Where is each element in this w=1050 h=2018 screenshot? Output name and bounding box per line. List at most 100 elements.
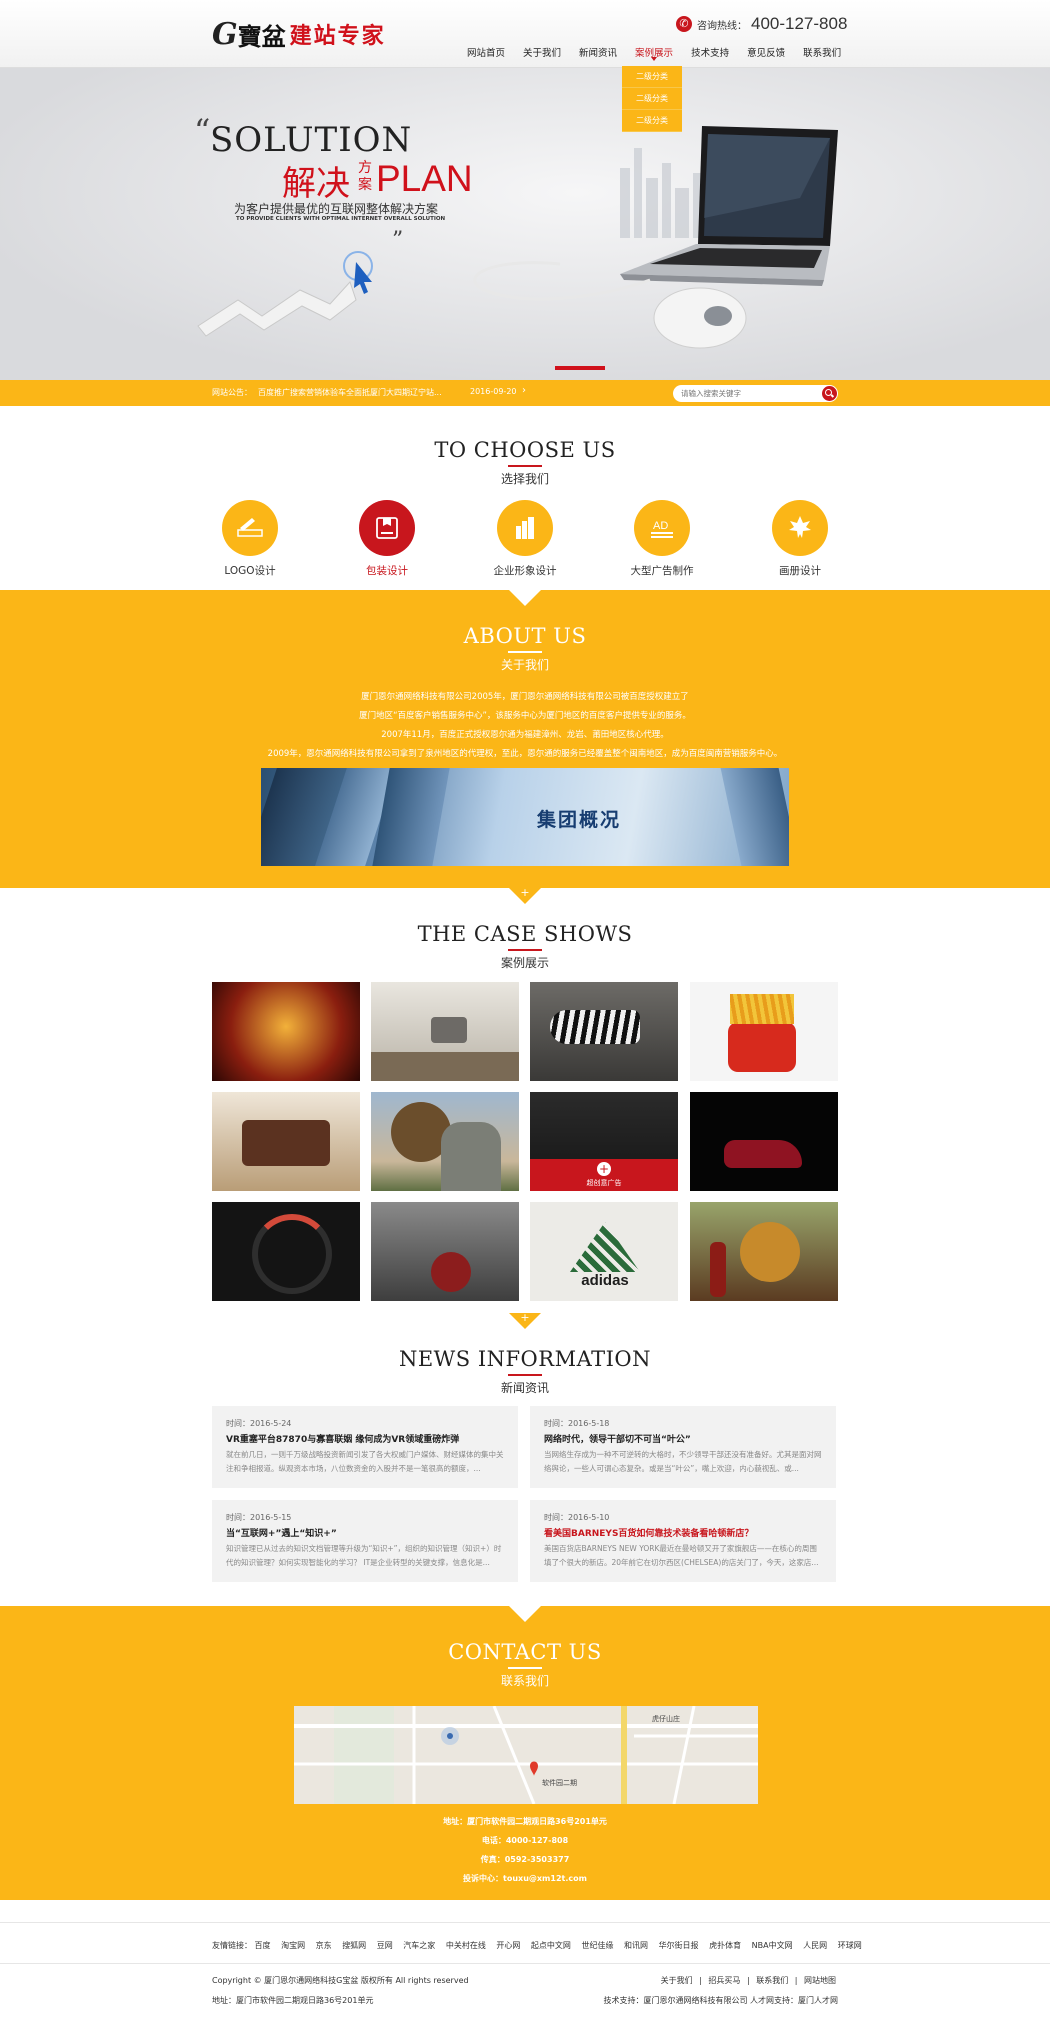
news-headline[interactable]: 看美国BARNEYS百货如何靠技术装备看哈顿新店？	[544, 1526, 824, 1539]
expand-arrow[interactable]: +	[509, 886, 541, 904]
title-divider	[508, 1374, 542, 1376]
contact-info: 地址：厦门市软件园二期观日路36号201单元 电话：4000-127-808 传…	[0, 1812, 1050, 1888]
case-image[interactable]: adidas	[530, 1202, 678, 1301]
location-map[interactable]: 虎仔山庄 软件园二期	[294, 1706, 758, 1804]
case-image[interactable]	[212, 1092, 360, 1191]
friend-links: 友情链接： 百度 淘宝网 京东 搜狐网 豆网 汽车之家 中关村在线 开心网 起点…	[212, 1940, 870, 1951]
friend-link[interactable]: 华尔街日报	[659, 1941, 699, 1950]
news-item[interactable]: 时间：2016-5-15 当“互联网+”遇上“知识+” 知识管理已从过去的知识文…	[212, 1500, 518, 1582]
service-item[interactable]: 画册设计	[745, 500, 855, 578]
service-item[interactable]: AD 大型广告制作	[607, 500, 717, 578]
friend-link[interactable]: 虎扑体育	[709, 1941, 741, 1950]
friend-link[interactable]: 世纪佳缘	[581, 1941, 613, 1950]
case-image[interactable]	[690, 1202, 838, 1301]
building-shape	[720, 768, 789, 866]
friend-link[interactable]: 京东	[316, 1941, 332, 1950]
section-arrow	[509, 590, 541, 606]
friend-link[interactable]: 和讯网	[624, 1941, 648, 1950]
about-banner-image[interactable]: 集团概况	[261, 768, 789, 866]
case-image[interactable]	[212, 982, 360, 1081]
footer-link[interactable]: 联系我们	[756, 1976, 788, 1985]
friend-link[interactable]: 汽车之家	[403, 1941, 435, 1950]
about-title: ABOUT US 关于我们	[0, 624, 1050, 673]
case-image[interactable]	[530, 982, 678, 1081]
case-image[interactable]	[212, 1202, 360, 1301]
notice-next-arrow[interactable]: ›	[522, 385, 526, 396]
case-figure	[441, 1122, 501, 1191]
news-summary: 当网络生存成为一种不可逆转的大格时，不少领导干部还没有准备好。尤其是面对网络舆论…	[544, 1450, 822, 1473]
footer-support: 技术支持：厦门恩尔通网络科技有限公司 人才网支持：厦门人才网	[603, 1996, 838, 2005]
friend-link[interactable]: 豆网	[377, 1941, 393, 1950]
service-item[interactable]: LOGO设计	[195, 500, 305, 578]
expand-arrow[interactable]: +	[509, 1311, 541, 1329]
case-figure	[740, 1222, 800, 1282]
nav-news[interactable]: 新闻资讯	[570, 44, 626, 64]
friend-link[interactable]: 淘宝网	[281, 1941, 305, 1950]
case-figure	[550, 1010, 640, 1044]
slider-indicator[interactable]	[555, 366, 605, 370]
nav-feedback[interactable]: 意见反馈	[738, 44, 794, 64]
friend-link[interactable]: NBA中文网	[752, 1941, 793, 1950]
friend-link[interactable]: 中关村在线	[446, 1941, 486, 1950]
service-item[interactable]: 包装设计	[332, 500, 442, 578]
news-headline[interactable]: 网络时代，领导干部切不可当“叶公”	[544, 1432, 824, 1445]
case-image[interactable]	[371, 1202, 519, 1301]
case-figure	[431, 1252, 471, 1292]
dropdown-item[interactable]: 二级分类	[622, 88, 682, 110]
news-date: 时间：2016-5-24	[226, 1419, 292, 1428]
news-item[interactable]: 时间：2016-5-24 VR重塞平台87870与寡喜联姻 缘何成为VR领域重磅…	[212, 1406, 518, 1488]
nav-home[interactable]: 网站首页	[458, 44, 514, 64]
nav-cases[interactable]: 案例展示	[626, 44, 682, 64]
footer-link[interactable]: 招兵买马	[708, 1976, 740, 1985]
notice-text[interactable]: 百度推广搜索营销体验车全面抵厦门大四期辽宁站...	[258, 387, 442, 398]
friend-link[interactable]: 环球网	[838, 1941, 862, 1950]
friend-link[interactable]: 人民网	[803, 1941, 827, 1950]
about-banner-title: 集团概况	[537, 809, 622, 831]
case-overlay[interactable]: + 超创意广告	[530, 1159, 678, 1191]
search-icon[interactable]	[822, 386, 837, 401]
site-logo[interactable]: G 寶盆 建站专家	[212, 14, 386, 54]
dropdown-item[interactable]: 二级分类	[622, 66, 682, 88]
friend-link[interactable]: 百度	[255, 1941, 271, 1950]
case-figure	[242, 1120, 330, 1166]
footer-links: 关于我们 | 招兵买马 | 联系我们 | 网站地图	[659, 1975, 838, 1986]
case-image[interactable]	[371, 1092, 519, 1191]
notice-bar: 网站公告： 百度推广搜索营销体验车全面抵厦门大四期辽宁站... 2016-09-…	[0, 380, 1050, 406]
service-item[interactable]: 企业形象设计	[470, 500, 580, 578]
case-figure	[371, 1052, 519, 1081]
service-label: LOGO设计	[224, 565, 276, 577]
search-input[interactable]	[681, 387, 811, 400]
news-summary: 知识管理已从过去的知识文档管理等升级为“知识+”，组织的知识管理（知识+）时代的…	[226, 1544, 502, 1567]
map-label: 虎仔山庄	[652, 1715, 680, 1723]
banner-headline-plan: PLAN	[376, 158, 473, 199]
footer-sep: |	[746, 1976, 750, 1985]
case-image[interactable]	[371, 982, 519, 1081]
contact-email[interactable]: 投诉中心：touxu@xm12t.com	[0, 1869, 1050, 1888]
dropdown-item[interactable]: 二级分类	[622, 110, 682, 132]
news-headline[interactable]: 当“互联网+”遇上“知识+”	[226, 1526, 506, 1539]
about-section: ABOUT US 关于我们 厦门恩尔通网络科技有限公司2005年，厦门恩尔通网络…	[0, 590, 1050, 888]
case-image[interactable]	[690, 1092, 838, 1191]
friend-link[interactable]: 搜狐网	[342, 1941, 366, 1950]
news-item[interactable]: 时间：2016-5-18 网络时代，领导干部切不可当“叶公” 当网络生存成为一种…	[530, 1406, 836, 1488]
friend-link[interactable]: 开心网	[496, 1941, 520, 1950]
nav-about[interactable]: 关于我们	[514, 44, 570, 64]
footer-sep: |	[794, 1976, 798, 1985]
title-divider	[508, 651, 542, 653]
plus-icon: +	[520, 1311, 530, 1324]
site-header: G 寶盆 建站专家 ✆ 咨询热线： 400-127-808 网站首页 关于我们 …	[0, 0, 1050, 68]
cases-title: THE CASE SHOWS 案例展示	[0, 922, 1050, 971]
friend-link[interactable]: 起点中文网	[531, 1941, 571, 1950]
news-item[interactable]: 时间：2016-5-10 看美国BARNEYS百货如何靠技术装备看哈顿新店？ 美…	[530, 1500, 836, 1582]
nav-support[interactable]: 技术支持	[682, 44, 738, 64]
contact-section: CONTACT US 联系我们 虎仔山庄 软件园二期 地址：厦门市软件园二期观日…	[0, 1606, 1050, 1900]
footer-link[interactable]: 网站地图	[804, 1976, 836, 1985]
nav-contact[interactable]: 联系我们	[794, 44, 850, 64]
about-title-cn: 关于我们	[500, 658, 549, 672]
case-image[interactable]: + 超创意广告	[530, 1092, 678, 1191]
notice-label: 网站公告：	[212, 388, 252, 397]
news-headline[interactable]: VR重塞平台87870与寡喜联姻 缘何成为VR领域重磅炸弹	[226, 1432, 506, 1445]
case-figure	[710, 1242, 726, 1297]
case-image[interactable]	[690, 982, 838, 1081]
footer-link[interactable]: 关于我们	[661, 1976, 693, 1985]
